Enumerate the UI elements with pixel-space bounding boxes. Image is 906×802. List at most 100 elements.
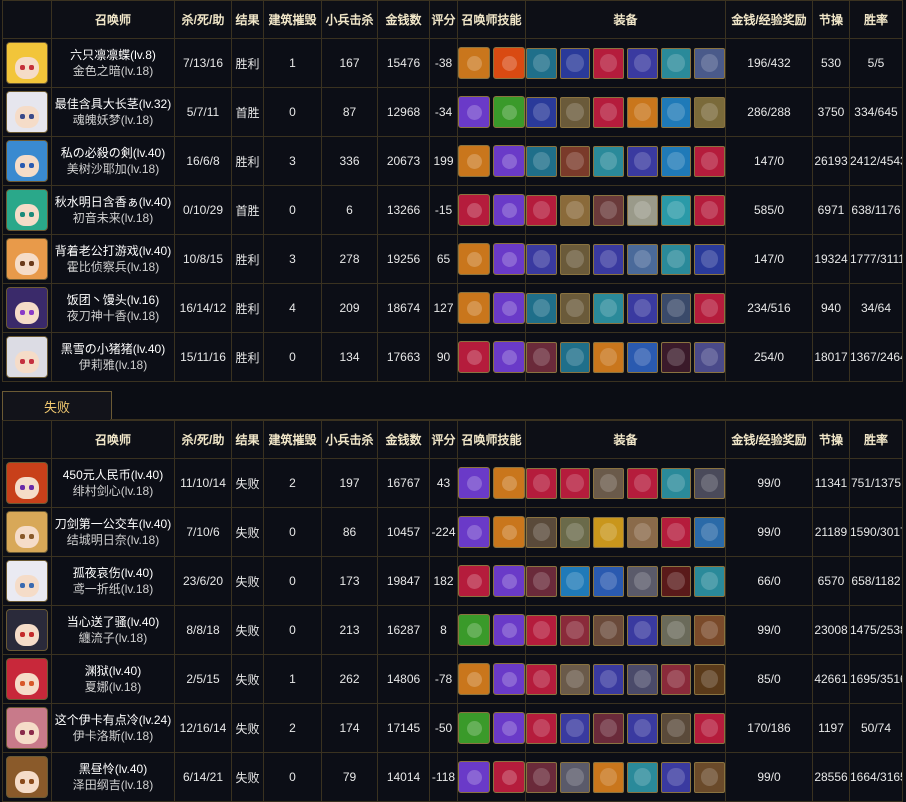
item-icon[interactable] <box>526 467 557 499</box>
item-icon[interactable] <box>627 341 658 373</box>
summoner-spell-icon[interactable] <box>493 565 525 597</box>
item-icon[interactable] <box>694 47 725 79</box>
item-icon[interactable] <box>660 47 692 79</box>
player-row[interactable]: 秋水明日含香ぁ(lv.40) 初音未来(lv.18) 0/10/29 首胜 0 6 1326… <box>2 185 903 235</box>
summoner-spell-icon[interactable] <box>458 467 490 499</box>
item-icon[interactable] <box>593 243 624 275</box>
player-name[interactable]: 六只凛凛蝶(lv.8) <box>53 47 174 63</box>
summoner-spell-icon[interactable] <box>458 761 490 793</box>
item-icon[interactable] <box>627 565 658 597</box>
player-name[interactable]: 刀剑第一公交车(lv.40) <box>53 516 174 532</box>
summoner-spell-icon[interactable] <box>458 243 490 275</box>
item-icon[interactable] <box>593 194 624 226</box>
champion-portrait[interactable] <box>6 91 48 133</box>
champion-portrait[interactable] <box>6 707 48 749</box>
summoner-spell-icon[interactable] <box>493 516 525 548</box>
item-icon[interactable] <box>559 47 591 79</box>
item-icon[interactable] <box>694 761 725 793</box>
item-icon[interactable] <box>526 194 557 226</box>
item-icon[interactable] <box>593 712 624 744</box>
player-name[interactable]: 饭团丶馒头(lv.16) <box>53 292 174 308</box>
champion-portrait[interactable] <box>6 336 48 378</box>
item-icon[interactable] <box>526 292 557 324</box>
player-name[interactable]: 这个伊卡有点冷(lv.24) <box>53 712 174 728</box>
player-name[interactable]: 450元人民币(lv.40) <box>53 467 174 483</box>
item-icon[interactable] <box>660 712 692 744</box>
item-icon[interactable] <box>593 614 624 646</box>
item-icon[interactable] <box>694 194 725 226</box>
summoner-spell-icon[interactable] <box>458 712 490 744</box>
item-icon[interactable] <box>694 516 725 548</box>
player-name[interactable]: 黑雪の小猪猪(lv.40) <box>53 341 174 357</box>
summoner-spell-icon[interactable] <box>493 47 525 79</box>
item-icon[interactable] <box>694 243 725 275</box>
lose-section-tab[interactable]: 失败 <box>2 391 112 422</box>
item-icon[interactable] <box>559 565 591 597</box>
item-icon[interactable] <box>526 96 557 128</box>
summoner-spell-icon[interactable] <box>458 516 490 548</box>
item-icon[interactable] <box>526 761 557 793</box>
summoner-spell-icon[interactable] <box>458 614 490 646</box>
player-row[interactable]: 最佳含具大长茎(lv.32) 魂魄妖梦(lv.18) 5/7/11 首胜 0 87 1296… <box>2 87 903 137</box>
item-icon[interactable] <box>559 292 591 324</box>
player-row[interactable]: 渊狱(lv.40) 夏娜(lv.18) 2/5/15 失败 1 262 14806 -78 85… <box>2 654 903 704</box>
item-icon[interactable] <box>559 467 591 499</box>
player-row[interactable]: 黑雪の小猪猪(lv.40) 伊莉雅(lv.18) 15/11/16 胜利 0 134 176… <box>2 332 903 382</box>
item-icon[interactable] <box>593 516 624 548</box>
item-icon[interactable] <box>593 292 624 324</box>
summoner-spell-icon[interactable] <box>458 341 490 373</box>
summoner-spell-icon[interactable] <box>493 145 525 177</box>
item-icon[interactable] <box>593 565 624 597</box>
item-icon[interactable] <box>694 341 725 373</box>
player-name[interactable]: 最佳含具大长茎(lv.32) <box>53 96 174 112</box>
item-icon[interactable] <box>627 663 658 695</box>
item-icon[interactable] <box>627 145 658 177</box>
item-icon[interactable] <box>627 194 658 226</box>
summoner-spell-icon[interactable] <box>493 663 525 695</box>
item-icon[interactable] <box>593 663 624 695</box>
item-icon[interactable] <box>627 614 658 646</box>
item-icon[interactable] <box>627 712 658 744</box>
item-icon[interactable] <box>627 96 658 128</box>
item-icon[interactable] <box>694 145 725 177</box>
item-icon[interactable] <box>660 663 692 695</box>
player-name[interactable]: 渊狱(lv.40) <box>53 663 174 679</box>
summoner-spell-icon[interactable] <box>493 341 525 373</box>
champion-portrait[interactable] <box>6 560 48 602</box>
item-icon[interactable] <box>660 341 692 373</box>
champion-portrait[interactable] <box>6 189 48 231</box>
player-row[interactable]: 私の必殺の剣(lv.40) 美树沙耶加(lv.18) 16/6/8 胜利 3 336 206… <box>2 136 903 186</box>
player-name[interactable]: 当心送了骚(lv.40) <box>53 614 174 630</box>
summoner-spell-icon[interactable] <box>458 194 490 226</box>
player-row[interactable]: 刀剑第一公交车(lv.40) 结城明日奈(lv.18) 7/10/6 失败 0 86 104… <box>2 507 903 557</box>
summoner-spell-icon[interactable] <box>458 565 490 597</box>
item-icon[interactable] <box>660 194 692 226</box>
champion-portrait[interactable] <box>6 42 48 84</box>
item-icon[interactable] <box>593 47 624 79</box>
item-icon[interactable] <box>694 614 725 646</box>
player-name[interactable]: 私の必殺の剣(lv.40) <box>53 145 174 161</box>
summoner-spell-icon[interactable] <box>493 194 525 226</box>
champion-portrait[interactable] <box>6 462 48 504</box>
item-icon[interactable] <box>526 565 557 597</box>
item-icon[interactable] <box>526 663 557 695</box>
item-icon[interactable] <box>559 663 591 695</box>
item-icon[interactable] <box>559 761 591 793</box>
item-icon[interactable] <box>593 341 624 373</box>
item-icon[interactable] <box>526 47 557 79</box>
champion-portrait[interactable] <box>6 140 48 182</box>
item-icon[interactable] <box>526 243 557 275</box>
item-icon[interactable] <box>694 712 725 744</box>
item-icon[interactable] <box>526 341 557 373</box>
item-icon[interactable] <box>526 614 557 646</box>
player-row[interactable]: 黑昼怜(lv.40) 泽田纲吉(lv.18) 6/14/21 失败 0 79 14014 -1… <box>2 752 903 802</box>
item-icon[interactable] <box>694 467 725 499</box>
item-icon[interactable] <box>694 565 725 597</box>
item-icon[interactable] <box>526 145 557 177</box>
item-icon[interactable] <box>660 96 692 128</box>
champion-portrait[interactable] <box>6 756 48 798</box>
item-icon[interactable] <box>627 516 658 548</box>
item-icon[interactable] <box>660 243 692 275</box>
item-icon[interactable] <box>694 292 725 324</box>
summoner-spell-icon[interactable] <box>493 292 525 324</box>
